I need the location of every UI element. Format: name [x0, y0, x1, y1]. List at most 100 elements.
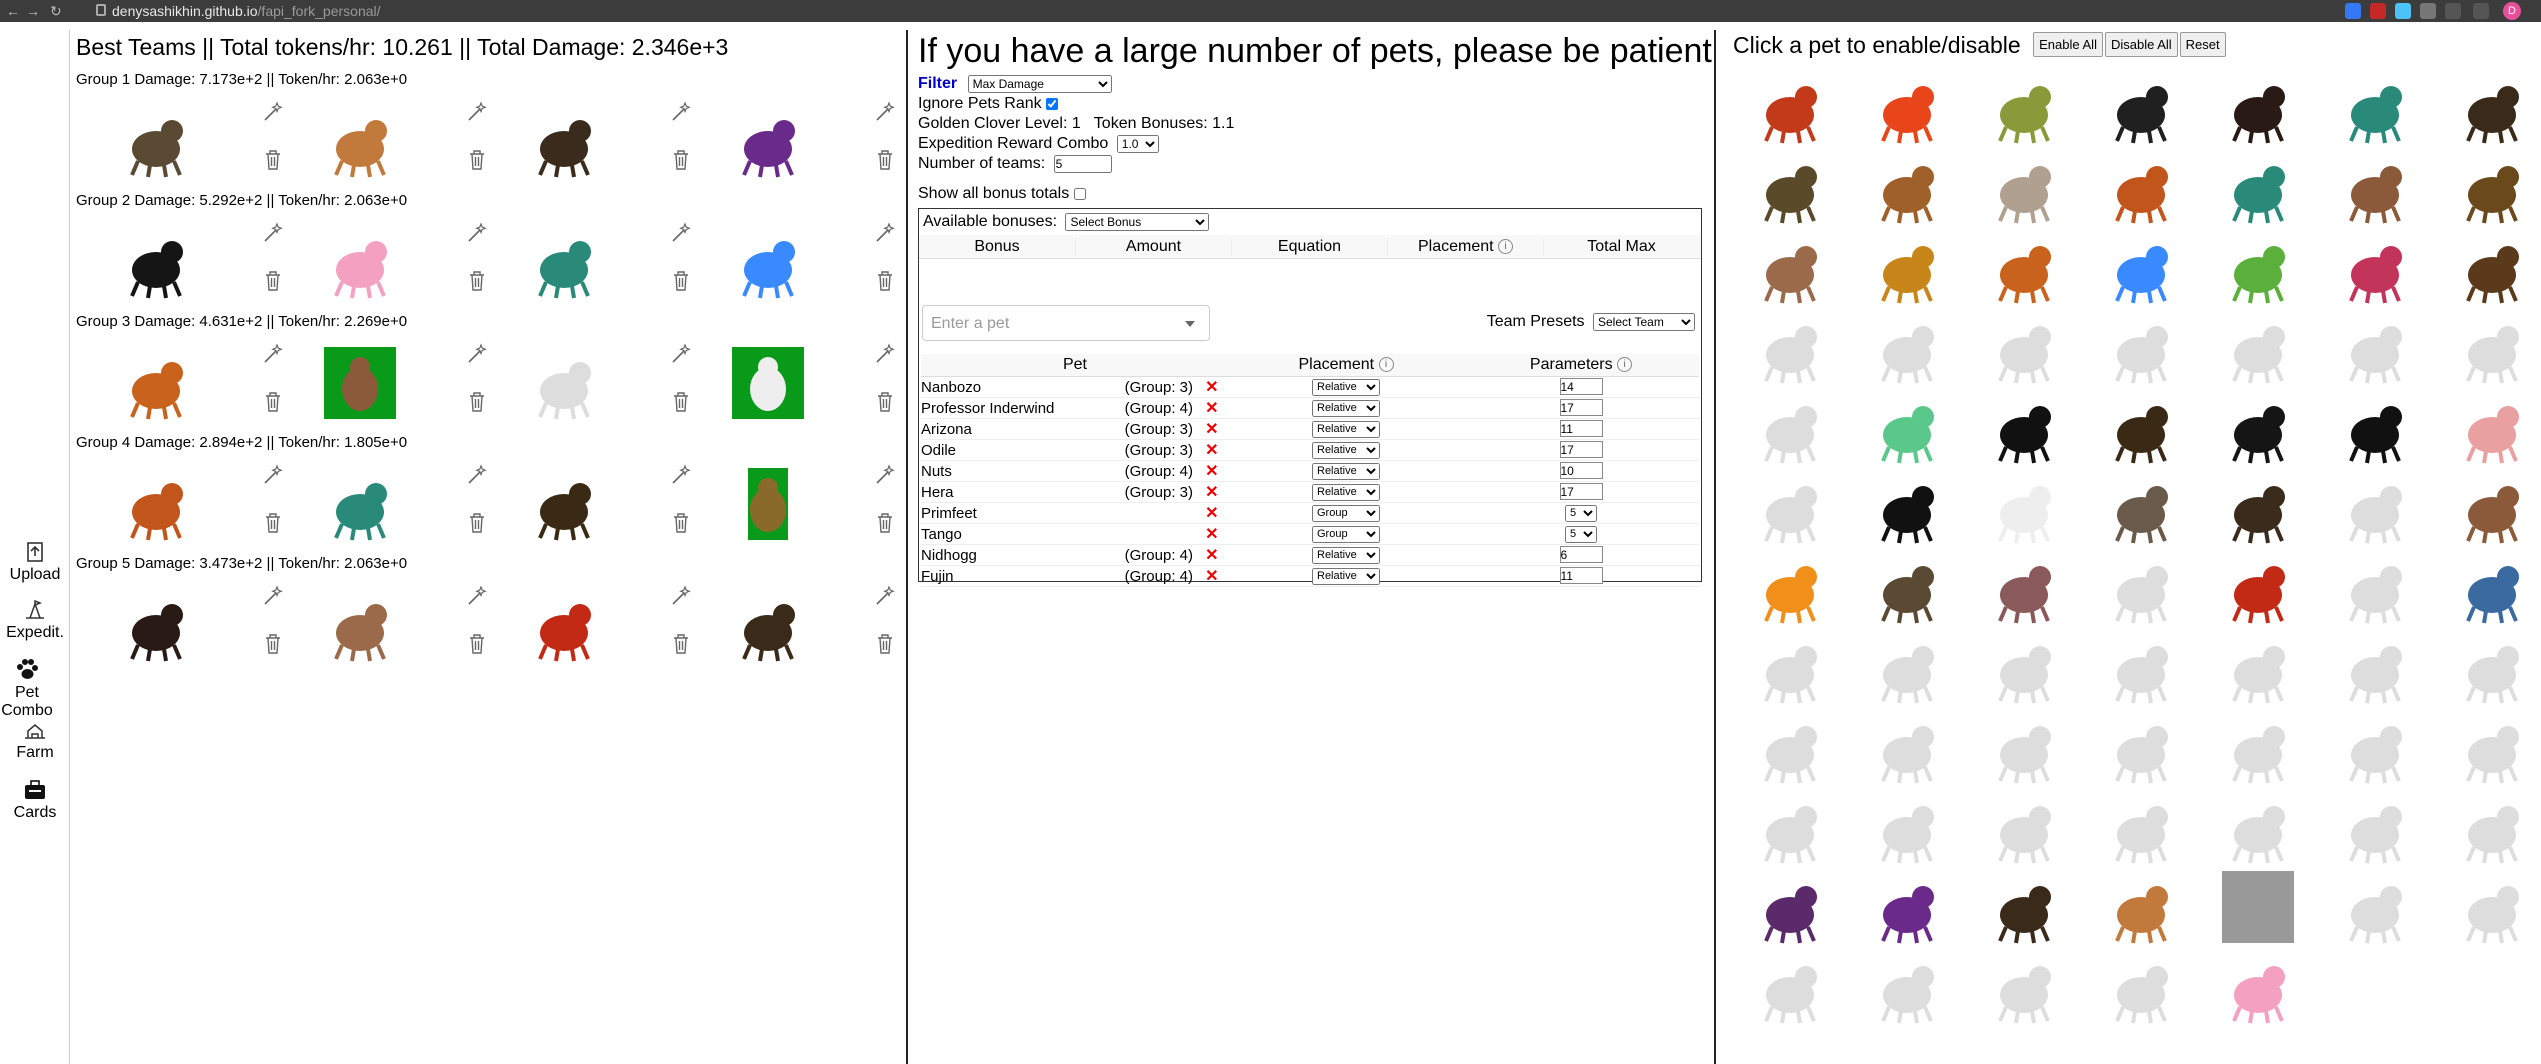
- pet-black-dog-icon[interactable]: [116, 222, 196, 302]
- extension-icon[interactable]: [2395, 3, 2411, 19]
- pet-crow-icon[interactable]: [2335, 387, 2415, 467]
- pet-fox-icon[interactable]: [1984, 227, 2064, 307]
- remove-pet-icon[interactable]: ✕: [1205, 526, 1218, 543]
- magic-wand-icon[interactable]: [874, 222, 896, 244]
- trash-icon[interactable]: [876, 270, 894, 292]
- remove-pet-icon[interactable]: ✕: [1205, 463, 1218, 480]
- pet-rabbit-icon[interactable]: [2452, 467, 2532, 547]
- pet-bear-icon[interactable]: [1750, 627, 1830, 707]
- trash-icon[interactable]: [876, 149, 894, 171]
- pet-tiger-icon[interactable]: [2101, 627, 2181, 707]
- pet-black-dog-icon[interactable]: [2218, 387, 2298, 467]
- pet-penguin-icon[interactable]: [2335, 707, 2415, 787]
- pet-salamander-icon[interactable]: [2101, 307, 2181, 387]
- show-bonus-checkbox[interactable]: [1073, 187, 1086, 200]
- magic-wand-icon[interactable]: [874, 585, 896, 607]
- pet-ox-icon[interactable]: [1984, 707, 2064, 787]
- bonus-select[interactable]: Select Bonus: [1065, 213, 1210, 231]
- pet-monk-icon[interactable]: [2101, 547, 2181, 627]
- disable-all-button[interactable]: Disable All: [2104, 32, 2178, 57]
- pet-crystal-icon[interactable]: [1867, 387, 1947, 467]
- pet-hawk-icon[interactable]: [728, 585, 808, 665]
- pet-parrot-icon[interactable]: [1750, 787, 1830, 867]
- trash-icon[interactable]: [876, 391, 894, 413]
- pet-dove-icon[interactable]: [1750, 947, 1830, 1027]
- reload-icon[interactable]: ↻: [50, 3, 62, 20]
- remove-pet-icon[interactable]: ✕: [1205, 400, 1218, 417]
- pet-hummingbird-icon[interactable]: [2218, 147, 2298, 227]
- pet-mushroom-icon[interactable]: [2452, 787, 2532, 867]
- group-number-select[interactable]: 5: [1565, 525, 1597, 543]
- pet-eagle-icon[interactable]: [524, 101, 604, 181]
- pet-purple-dragon-icon[interactable]: [1867, 867, 1947, 947]
- lock-icon[interactable]: [96, 4, 106, 16]
- pet-wolf-icon[interactable]: [2101, 467, 2181, 547]
- pet-frog-icon[interactable]: [1984, 67, 2064, 147]
- pet-tortoise-icon[interactable]: [116, 101, 196, 181]
- extension-icon[interactable]: [2370, 3, 2386, 19]
- pet-dragonfly-g-icon[interactable]: [1984, 307, 2064, 387]
- pet-squirrel-icon[interactable]: [2101, 147, 2181, 227]
- pet-mole-icon[interactable]: [116, 585, 196, 665]
- enable-all-button[interactable]: Enable All: [2033, 32, 2103, 57]
- sidebar-item-farm[interactable]: Farm: [0, 718, 70, 762]
- teams-input[interactable]: [1053, 155, 1112, 173]
- pet-owl-icon[interactable]: [2335, 467, 2415, 547]
- parameter-input[interactable]: [1559, 483, 1603, 501]
- pet-red-bird-icon[interactable]: [2218, 547, 2298, 627]
- pet-snail-icon[interactable]: [2452, 227, 2532, 307]
- pet-fairy-icon[interactable]: [2335, 227, 2415, 307]
- placement-select[interactable]: Relative: [1312, 399, 1380, 417]
- group-number-select[interactable]: 5: [1565, 504, 1597, 522]
- pet-red-bird-icon[interactable]: [524, 585, 604, 665]
- info-icon[interactable]: i: [1498, 238, 1514, 254]
- pet-eagle-icon[interactable]: [2218, 467, 2298, 547]
- pet-hawk-icon[interactable]: [1984, 867, 2064, 947]
- info-icon[interactable]: i: [1378, 357, 1394, 373]
- pet-hedgehog-icon[interactable]: [2335, 307, 2415, 387]
- info-icon[interactable]: i: [1617, 357, 1633, 373]
- pet-harpy-icon[interactable]: [1984, 547, 2064, 627]
- pet-ice-dragon-icon[interactable]: [2101, 947, 2181, 1027]
- pet-gazelle-icon[interactable]: [320, 101, 400, 181]
- pet-goat-icon[interactable]: [320, 585, 400, 665]
- pet-gazelle-icon[interactable]: [2101, 867, 2181, 947]
- pet-crane-icon[interactable]: [1867, 947, 1947, 1027]
- remove-pet-icon[interactable]: ✕: [1205, 568, 1218, 585]
- placement-select[interactable]: Relative: [1312, 567, 1380, 585]
- pet-flamingo-icon[interactable]: [2101, 707, 2181, 787]
- pet-blue-blob-icon[interactable]: [728, 222, 808, 302]
- parameter-input[interactable]: [1559, 378, 1603, 396]
- pet-flame-icon[interactable]: [1750, 547, 1830, 627]
- pet-griffin-icon[interactable]: [1984, 147, 2064, 227]
- pet-bull-icon[interactable]: [1867, 467, 1947, 547]
- pet-hummingbird-icon[interactable]: [524, 222, 604, 302]
- pet-mantis-icon[interactable]: [1984, 627, 2064, 707]
- remove-pet-icon[interactable]: ✕: [1205, 484, 1218, 501]
- sidepanel-icon[interactable]: [2473, 3, 2489, 19]
- remove-pet-icon[interactable]: ✕: [1205, 505, 1218, 522]
- pet-fly-icon[interactable]: [1750, 307, 1830, 387]
- pet-dragonfly-icon[interactable]: [2335, 67, 2415, 147]
- pet-tortoise-icon[interactable]: [1867, 547, 1947, 627]
- pet-gecko-icon[interactable]: [1984, 787, 2064, 867]
- forward-icon[interactable]: →: [26, 3, 40, 19]
- pet-dragonfly-icon[interactable]: [320, 464, 400, 544]
- extension-icon[interactable]: [2345, 3, 2361, 19]
- parameter-input[interactable]: [1559, 399, 1603, 417]
- remove-pet-icon[interactable]: ✕: [1205, 547, 1218, 564]
- pet-ghost-icon[interactable]: [1750, 467, 1830, 547]
- pet-mole-icon[interactable]: [2218, 67, 2298, 147]
- pet-stork-green-icon[interactable]: [728, 343, 808, 423]
- pet-ghost-faint-icon[interactable]: [524, 343, 604, 423]
- pet-robot-green-icon[interactable]: [728, 464, 808, 544]
- pet-elephant-icon[interactable]: [2335, 627, 2415, 707]
- pet-orb-icon[interactable]: [1750, 147, 1830, 227]
- parameter-input[interactable]: [1559, 441, 1603, 459]
- pet-deer-icon[interactable]: [2452, 67, 2532, 147]
- pet-goat-icon[interactable]: [1750, 227, 1830, 307]
- pet-search-input[interactable]: Enter a pet: [922, 305, 1210, 341]
- back-icon[interactable]: ←: [6, 3, 20, 19]
- pet-chameleon-icon[interactable]: [2218, 227, 2298, 307]
- pet-seal-icon[interactable]: [2452, 867, 2532, 947]
